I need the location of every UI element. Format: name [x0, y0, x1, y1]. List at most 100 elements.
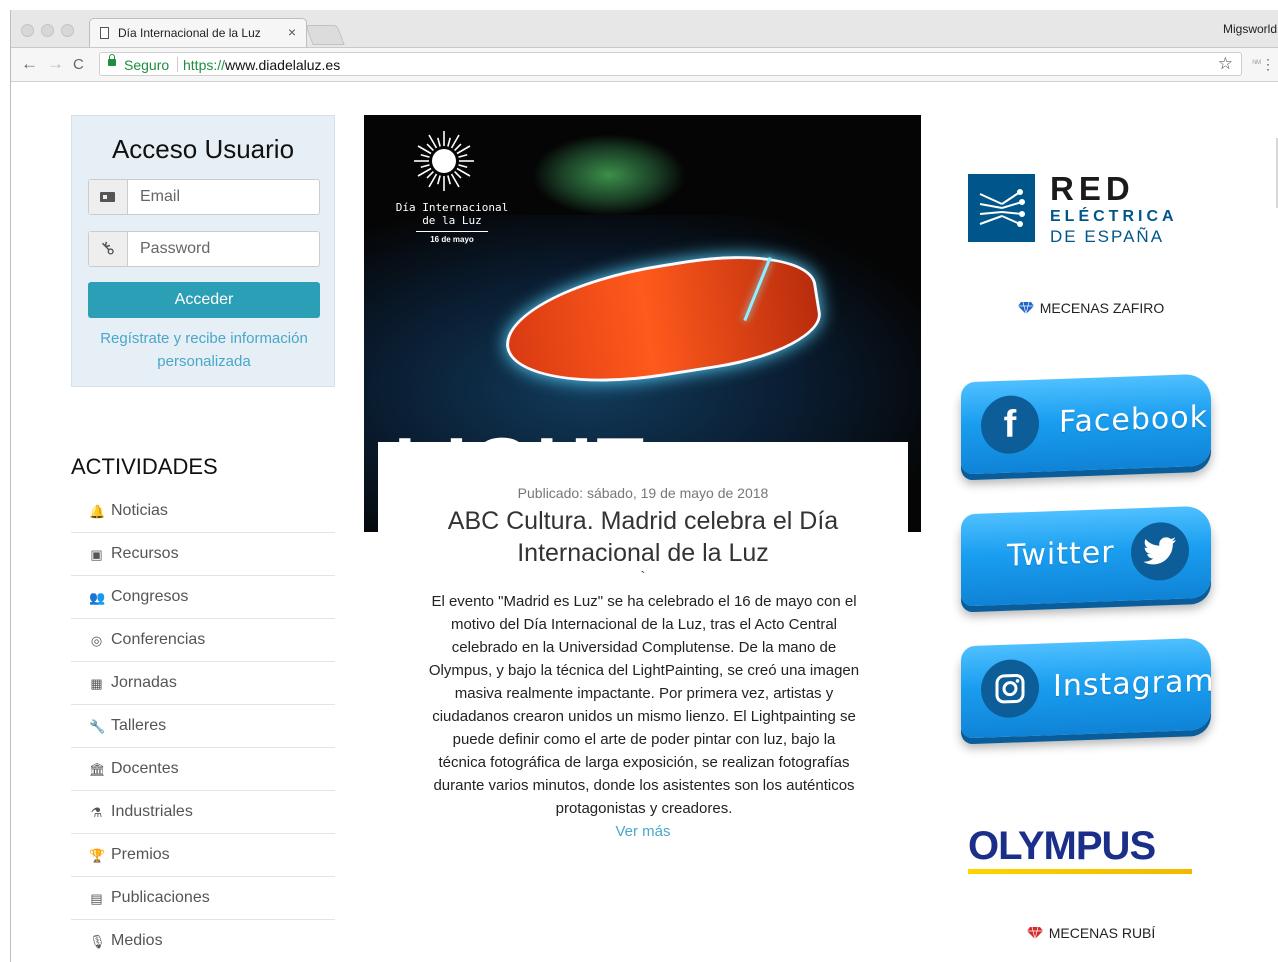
activity-label: Noticias — [111, 502, 168, 519]
activity-item-industriales[interactable]: ⚗ Industriales — [71, 791, 335, 834]
url-host: www.diadelaluz.es — [225, 57, 341, 73]
activity-label: Industriales — [111, 803, 193, 820]
instagram-label: Instagram — [1053, 663, 1215, 705]
password-input[interactable] — [128, 232, 318, 266]
activity-item-medios[interactable]: 🎙 Medios — [71, 920, 335, 962]
activities-list: 🔔 Noticias ▣ Recursos 👥 Congresos ◎ Conferencia… — [71, 490, 335, 962]
logo-line-1: Día Internacional — [395, 201, 509, 214]
red-electrica-logo[interactable]: RED ELÉCTRICA DE ESPAÑA — [968, 170, 1208, 246]
activity-item-recursos[interactable]: ▣ Recursos — [71, 533, 335, 576]
activity-label: Congresos — [111, 588, 189, 605]
browser-toolbar: ← → C Seguro https://www.diadelaluz.es ☆… — [11, 48, 1278, 82]
calendar-icon: ▦ — [90, 676, 103, 691]
activity-label: Premios — [111, 846, 170, 863]
logo-text: Día Internacional de la Luz — [382, 201, 522, 227]
olympus-wordmark: OLYMPUS — [968, 824, 1156, 868]
sapphire-gem-icon — [1017, 301, 1034, 314]
reload-icon[interactable]: C — [73, 56, 84, 73]
university-icon: 🏛 — [89, 762, 106, 777]
browser-tab[interactable]: Día Internacional de la Luz × — [89, 18, 307, 47]
tab-title: Día Internacional de la Luz — [118, 26, 261, 40]
secure-label: Seguro — [124, 57, 170, 73]
extension-icon[interactable]: ᴺᴹ — [1253, 58, 1261, 68]
ree-line-2: ELÉCTRICA — [1050, 208, 1178, 225]
read-more-link[interactable]: Ver más — [378, 823, 908, 840]
forward-arrow-icon[interactable]: → — [47, 54, 64, 74]
url-scheme: https:// — [183, 57, 226, 73]
facebook-label: Facebook — [1059, 399, 1208, 440]
trophy-icon: 🏆 — [89, 848, 106, 863]
article-title[interactable]: ABC Cultura. Madrid celebra el Día Inter… — [398, 505, 888, 569]
twitter-bird-icon — [1131, 521, 1189, 582]
activity-item-talleres[interactable]: 🔧 Talleres — [71, 705, 335, 748]
podcast-icon: ◎ — [90, 633, 103, 648]
article-tick: ` — [640, 568, 646, 584]
key-icon: ⚷ — [95, 236, 119, 260]
browser-menu-icon[interactable]: ⋮ — [1261, 56, 1275, 73]
back-arrow-icon[interactable]: ← — [21, 54, 38, 74]
activity-label: Medios — [111, 932, 163, 949]
activity-item-conferencias[interactable]: ◎ Conferencias — [71, 619, 335, 662]
wrench-icon: 🔧 — [89, 719, 106, 734]
article-card: Publicado: sábado, 19 de mayo de 2018 AB… — [378, 442, 908, 842]
address-bar[interactable]: Seguro https://www.diadelaluz.es ☆ — [99, 52, 1242, 76]
ree-emblem-icon — [968, 174, 1035, 242]
users-icon: 👥 — [89, 590, 106, 605]
window-minimize-control[interactable] — [41, 24, 54, 37]
id-card-icon — [100, 192, 115, 202]
password-field[interactable]: ⚷ — [88, 231, 320, 267]
ruby-gem-icon — [1026, 926, 1043, 939]
facebook-button[interactable]: f Facebook — [961, 373, 1211, 475]
box-icon: ▣ — [90, 547, 103, 562]
activity-item-docentes[interactable]: 🏛 Docentes — [71, 748, 335, 791]
activity-label: Publicaciones — [111, 889, 210, 906]
sun-logo-icon — [414, 131, 474, 191]
olympus-logo[interactable]: OLYMPUS — [968, 824, 1208, 874]
address-separator — [177, 57, 178, 72]
activity-item-premios[interactable]: 🏆 Premios — [71, 834, 335, 877]
register-link[interactable]: Regístrate y recibe información personal… — [88, 327, 320, 373]
activity-item-jornadas[interactable]: ▦ Jornadas — [71, 662, 335, 705]
new-tab-button[interactable] — [305, 25, 345, 45]
email-field[interactable] — [88, 179, 320, 215]
tab-close-icon[interactable]: × — [288, 24, 296, 40]
email-addon — [89, 180, 128, 214]
ree-line-1: RED — [1050, 170, 1135, 207]
window-close-control[interactable] — [21, 24, 34, 37]
facebook-icon: f — [981, 394, 1039, 455]
olympus-underline — [968, 869, 1192, 874]
twitter-button[interactable]: Twitter — [961, 505, 1211, 607]
activity-label: Talleres — [111, 717, 167, 734]
instagram-button[interactable]: Instagram — [961, 637, 1215, 739]
activity-item-publicaciones[interactable]: ▤ Publicaciones — [71, 877, 335, 920]
window-zoom-control[interactable] — [61, 24, 74, 37]
microphone-icon: 🎙 — [89, 934, 106, 949]
email-input[interactable] — [128, 180, 318, 214]
article-date: Publicado: sábado, 19 de mayo de 2018 — [517, 485, 769, 501]
logo-divider — [416, 231, 488, 232]
mecenas-zafiro-label: MECENAS ZAFIRO — [971, 300, 1211, 316]
browser-window: Día Internacional de la Luz × Migsworld … — [10, 10, 1278, 962]
profile-name[interactable]: Migsworld — [1223, 22, 1277, 36]
article-body: El evento "Madrid es Luz" se ha celebrad… — [428, 593, 860, 817]
activity-label: Docentes — [111, 760, 179, 777]
instagram-icon — [981, 658, 1039, 719]
tab-strip: Día Internacional de la Luz × Migsworld — [11, 10, 1278, 48]
mecenas-rubi-text: MECENAS RUBÍ — [1048, 925, 1156, 941]
page-content: Acceso Usuario ⚷ Acceder Regístrate y re… — [11, 82, 1278, 962]
activity-item-noticias[interactable]: 🔔 Noticias — [71, 490, 335, 533]
book-icon: ▤ — [90, 891, 103, 906]
page-icon — [100, 27, 109, 39]
logo-date: 16 de mayo — [430, 235, 474, 244]
logo-line-2: de la Luz — [422, 214, 482, 227]
lock-icon — [108, 54, 116, 66]
hero-glow — [534, 135, 684, 215]
activity-item-congresos[interactable]: 👥 Congresos — [71, 576, 335, 619]
flask-icon: ⚗ — [90, 805, 103, 820]
login-button[interactable]: Acceder — [88, 282, 320, 318]
bookmark-star-icon[interactable]: ☆ — [1218, 54, 1233, 74]
url-text: https://www.diadelaluz.es — [183, 57, 340, 73]
twitter-label: Twitter — [1007, 535, 1115, 574]
activities-title: ACTIVIDADES — [71, 454, 218, 479]
mecenas-zafiro-text: MECENAS ZAFIRO — [1039, 300, 1165, 316]
